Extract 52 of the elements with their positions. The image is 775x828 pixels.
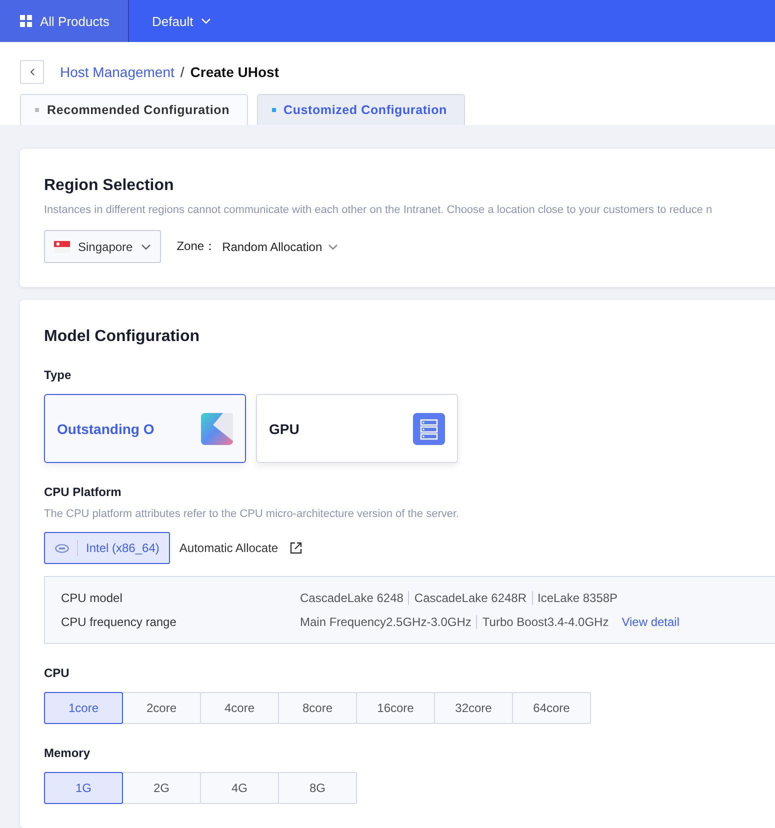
field-label: CPU Platform [44,485,122,499]
field-label: Memory [44,746,92,760]
spec-value: Turbo Boost3.4-4.0GHz [476,615,614,629]
section-title: Region Selection [44,177,175,195]
memory-option[interactable]: 2G [122,772,201,804]
memory-option[interactable]: 1G [44,772,123,804]
grid-icon [20,15,32,27]
flag-icon [54,240,70,252]
section-description: Instances in different regions cannot communicate with each other on the Intranet. Choose a location close to your customers to reduce n [44,204,714,216]
breadcrumb-link[interactable]: Host Management [60,64,174,80]
memory-option[interactable]: 8G [278,772,357,804]
gradient-logo-icon [201,412,233,444]
spec-value: CascadeLake 6248 [300,591,404,605]
back-button[interactable] [20,60,44,84]
all-products-label: All Products [40,14,110,28]
zone-select[interactable]: Zone： Random Allocation [176,238,338,255]
external-link-icon [290,542,302,554]
cpu-option[interactable]: 8core [278,692,357,724]
type-option[interactable]: GPU [256,394,458,463]
spec-value: CascadeLake 6248R [408,591,532,605]
cpu-option[interactable]: 64core [512,692,591,724]
tab[interactable]: Recommended Configuration [20,94,248,125]
chip-logo-icon [55,544,69,552]
cpu-option[interactable]: 2core [122,692,201,724]
field-description: The CPU platform attributes refer to the CPU micro-architecture version of the server. [44,508,460,520]
field-label: Type [44,368,72,382]
field-label: CPU [44,666,70,680]
chevron-down-icon [140,244,151,250]
server-icon [413,412,445,444]
spec-value: Main Frequency2.5GHz-3.0GHz [300,615,472,629]
region-select[interactable]: Singapore [44,230,161,263]
type-option[interactable]: Outstanding O [44,394,246,463]
spec-value: IceLake 8358P [532,591,623,605]
chevron-down-icon [328,244,338,250]
project-selector[interactable]: Default [152,14,212,28]
view-detail-link[interactable]: View detail [622,615,680,629]
cpu-option[interactable]: 32core [434,692,513,724]
chevron-left-icon [30,68,34,76]
cpu-option[interactable]: 1core [44,692,123,724]
all-products-button[interactable]: All Products [0,0,129,42]
chevron-down-icon [201,18,212,24]
platform-option[interactable]: Intel (x86_64) [44,532,170,564]
cpu-option[interactable]: 4core [200,692,279,724]
spec-label: CPU frequency range [61,615,178,629]
breadcrumb-separator: / [180,64,184,80]
tab[interactable]: Customized Configuration [256,94,465,125]
platform-option[interactable]: Automatic Allocate [178,532,304,564]
memory-option[interactable]: 4G [200,772,279,804]
breadcrumb-current: Create UHost [190,64,279,80]
cpu-option[interactable]: 16core [356,692,435,724]
section-title: Model Configuration [44,328,201,346]
spec-label: CPU model [61,591,124,605]
